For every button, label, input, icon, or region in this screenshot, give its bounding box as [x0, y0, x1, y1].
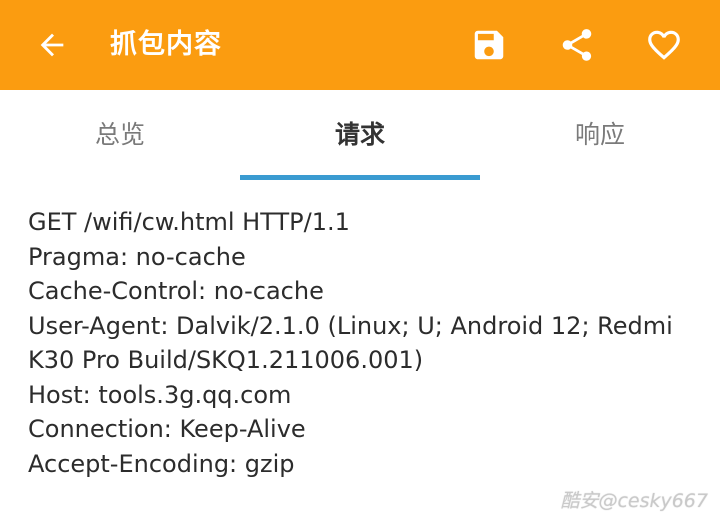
back-button[interactable] — [28, 21, 76, 69]
arrow-left-icon — [40, 33, 64, 57]
share-button[interactable] — [549, 17, 605, 73]
header-line: K30 Pro Build/SKQ1.211006.001) — [28, 346, 424, 374]
screen: 抓包内容 总览 请求 响应 GET /wifi/cw.html HTTP/1.1… — [0, 0, 720, 523]
header-line: User-Agent: Dalvik/2.1.0 (Linux; U; Andr… — [28, 311, 673, 340]
save-button[interactable] — [461, 17, 517, 73]
header-line: Host: tools.3g.qq.com — [28, 380, 292, 409]
page-title: 抓包内容 — [110, 29, 222, 60]
tab-indicator — [240, 175, 480, 180]
app-bar: 抓包内容 — [0, 0, 720, 90]
tab-overview[interactable]: 总览 — [0, 90, 240, 180]
tab-request[interactable]: 请求 — [240, 90, 480, 180]
header-line: Accept-Encoding: gzip — [28, 449, 295, 478]
header-line: Cache-Control: no-cache — [28, 277, 324, 305]
floppy-disk-icon — [474, 30, 504, 60]
header-line: Connection: Keep-Alive — [28, 415, 306, 443]
tab-bar: 总览 请求 响应 — [0, 90, 720, 180]
heart-outline-icon — [648, 30, 680, 60]
header-line: Pragma: no-cache — [28, 242, 246, 271]
favorite-button[interactable] — [636, 17, 692, 73]
share-icon — [562, 29, 592, 61]
watermark: 酷安@cesky667 — [560, 490, 708, 512]
request-line: GET /wifi/cw.html HTTP/1.1 — [28, 208, 350, 236]
request-content: GET /wifi/cw.html HTTP/1.1 Pragma: no-ca… — [28, 205, 698, 481]
tab-response[interactable]: 响应 — [480, 90, 720, 180]
